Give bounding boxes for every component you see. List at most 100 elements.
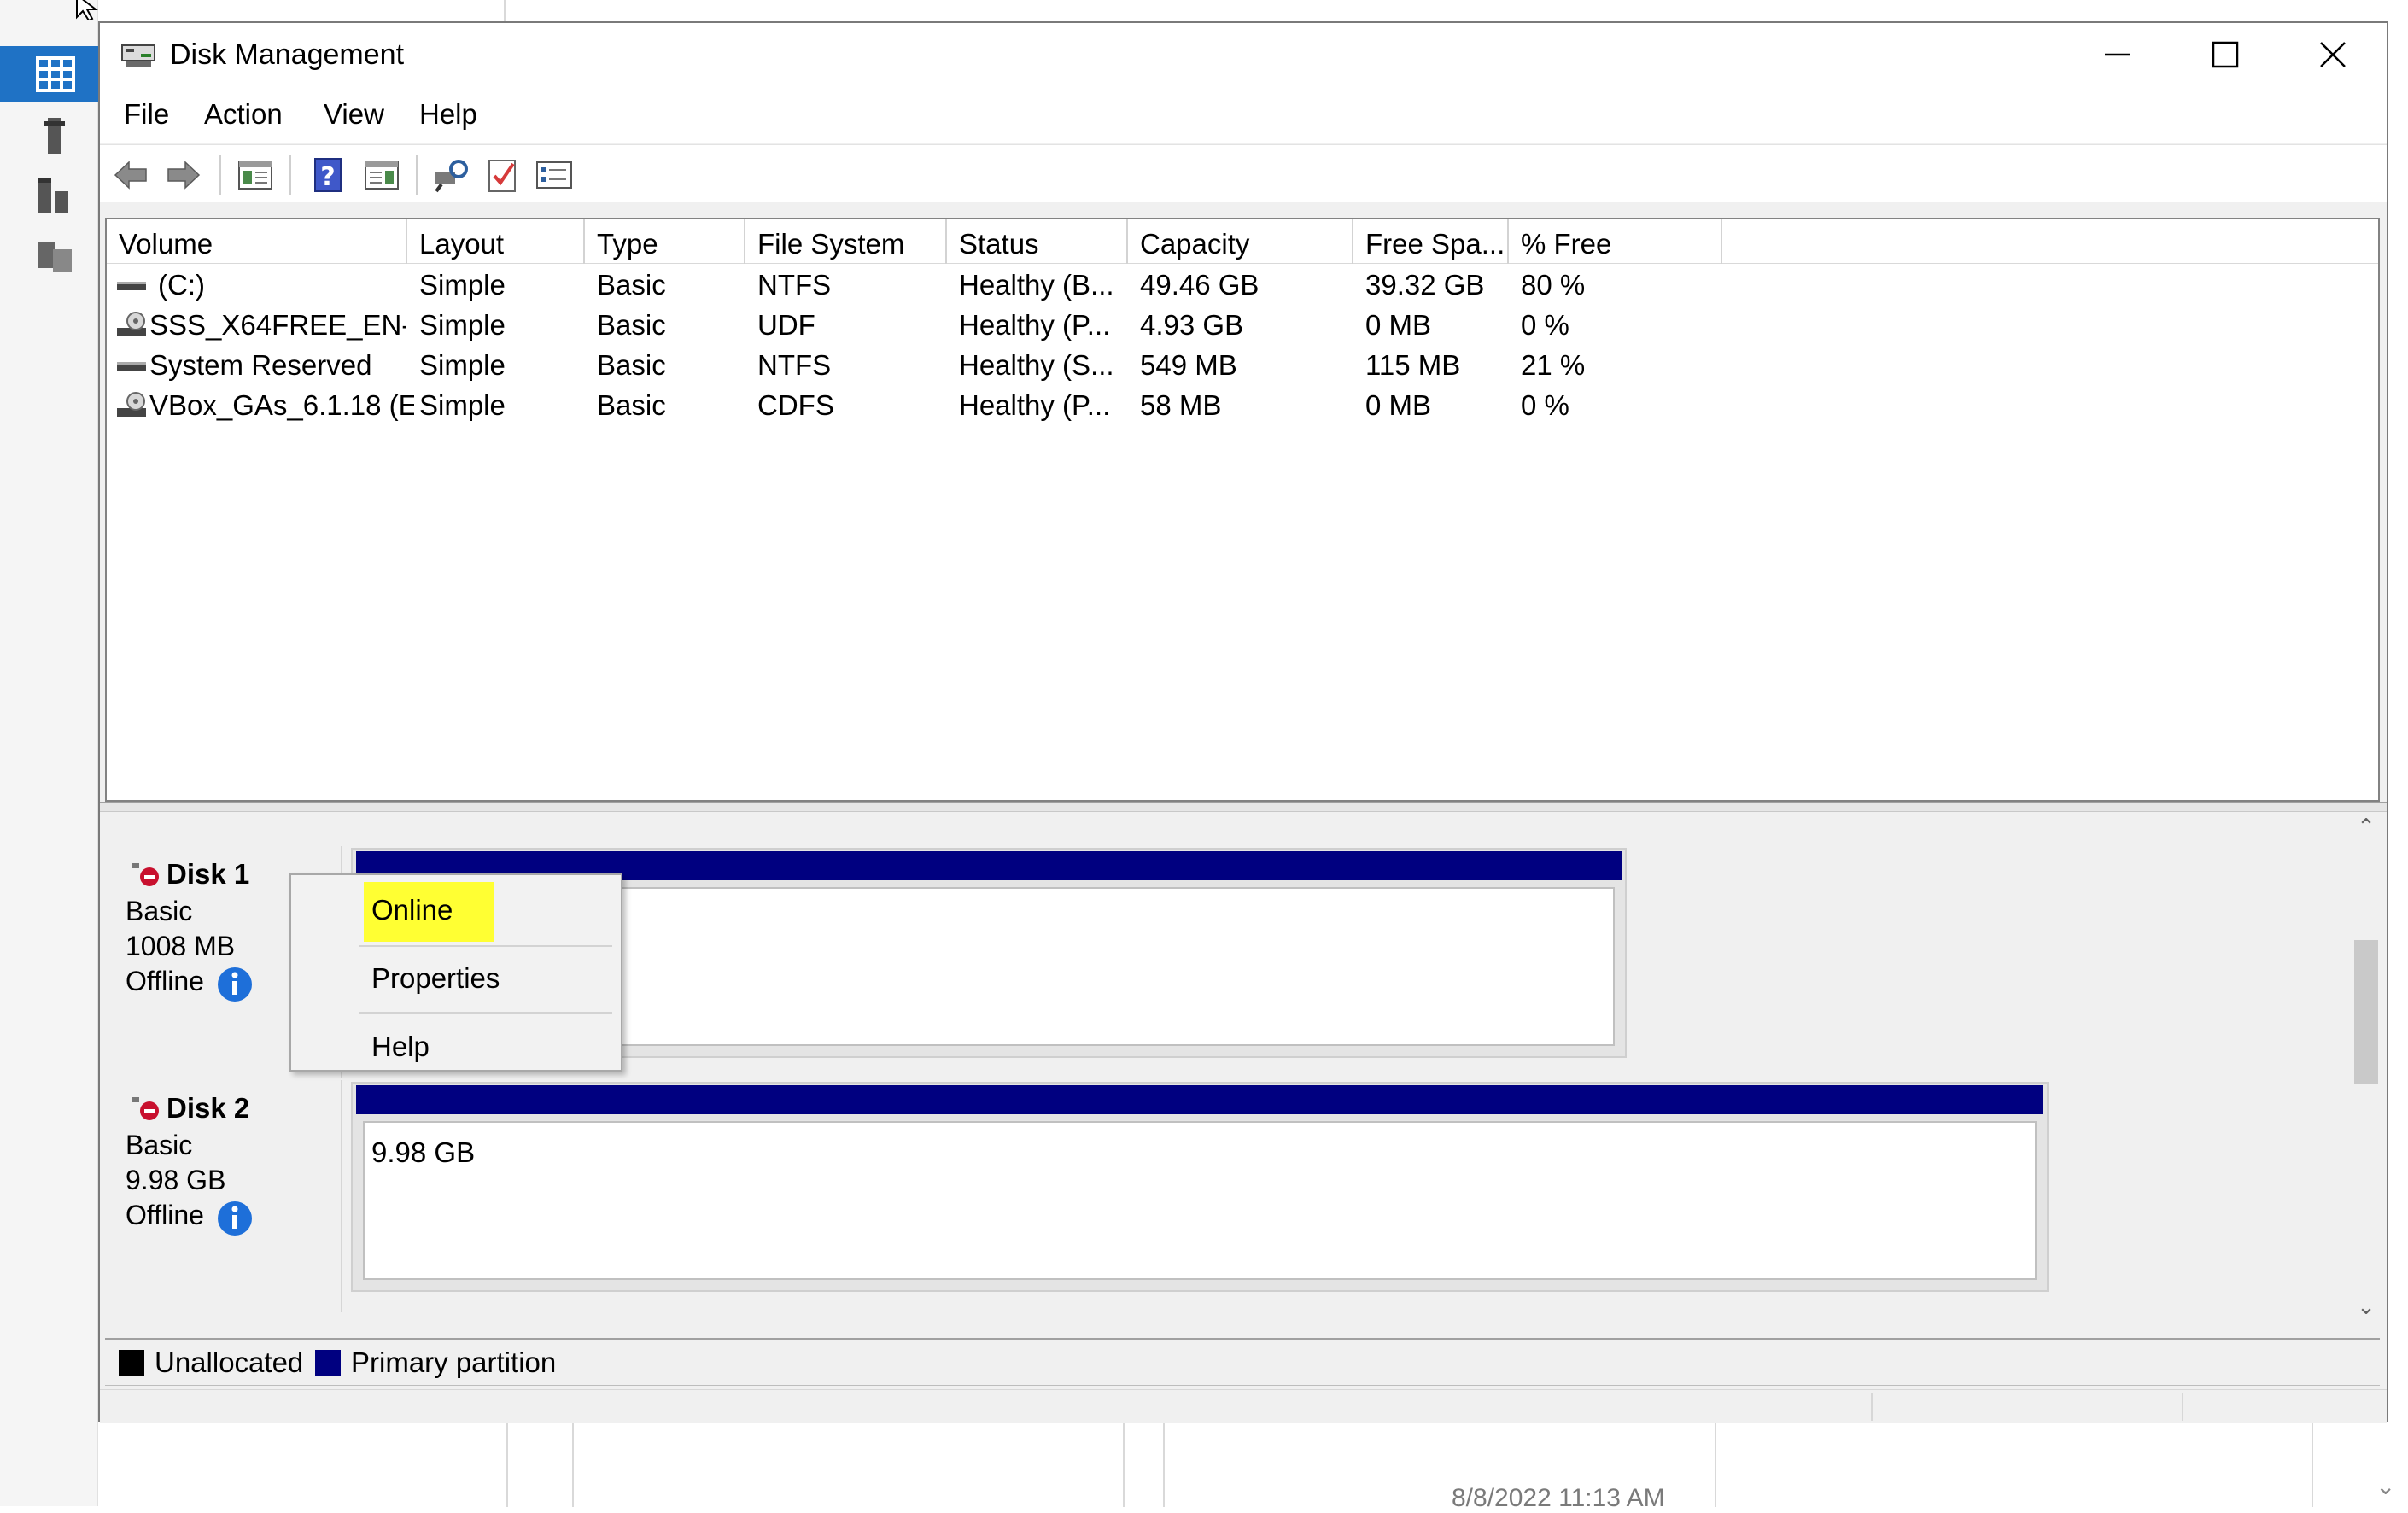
volume-name: System Reserved: [149, 349, 372, 381]
volume-name: VBox_GAs_6.1.18 (E:): [149, 389, 414, 421]
column-status[interactable]: Status: [947, 219, 1128, 264]
menu-item-online[interactable]: Online: [291, 882, 621, 942]
scroll-down-icon[interactable]: ⌄: [2352, 1294, 2380, 1321]
cd-drive-icon: [117, 312, 146, 336]
forward-icon[interactable]: [165, 157, 202, 193]
volume-layout: Simple: [419, 309, 506, 341]
volume-capacity: 58 MB: [1140, 389, 1222, 421]
volume-layout: Simple: [419, 389, 506, 421]
menu-item-label: Properties: [371, 962, 500, 994]
minimize-icon: [2105, 53, 2130, 56]
primary-partition-swatch: [315, 1350, 341, 1376]
local-server-icon[interactable]: [36, 116, 75, 155]
volume-fs: CDFS: [757, 389, 834, 421]
window-title: Disk Management: [170, 38, 405, 71]
volume-type: Basic: [597, 349, 666, 381]
background-divider: [504, 0, 506, 21]
settings-list-icon[interactable]: [535, 157, 573, 193]
cd-drive-icon: [117, 392, 146, 417]
server-manager-sidebar: [0, 0, 98, 1506]
volume-free: 39.32 GB: [1365, 269, 1485, 301]
volume-fs: NTFS: [757, 349, 832, 381]
legend-unallocated: Unallocated: [155, 1347, 304, 1378]
drive-icon: [117, 362, 146, 371]
volume-percent-free: 80 %: [1521, 269, 1586, 301]
dashboard-grid-icon: [36, 56, 75, 92]
disk-2-partition[interactable]: 9.98 GB: [351, 1082, 2049, 1292]
volume-status: Healthy (P...: [959, 309, 1111, 341]
menu-item-label: Online: [371, 894, 453, 926]
maximize-button[interactable]: [2171, 23, 2279, 86]
volume-layout: Simple: [419, 349, 506, 381]
background-chevron-icon[interactable]: ⌄: [2376, 1472, 2395, 1500]
pane-splitter[interactable]: [100, 802, 2387, 812]
volume-free: 0 MB: [1365, 309, 1432, 341]
maximize-icon: [2212, 41, 2239, 68]
back-icon[interactable]: [112, 157, 149, 193]
properties-icon[interactable]: [363, 157, 400, 193]
volume-row[interactable]: System Reserved Simple Basic NTFS Health…: [107, 346, 2378, 386]
column-layout[interactable]: Layout: [407, 219, 585, 264]
menu-help[interactable]: Help: [419, 98, 477, 131]
column-capacity[interactable]: Capacity: [1128, 219, 1353, 264]
volume-layout: Simple: [419, 269, 506, 301]
minimize-button[interactable]: [2064, 23, 2171, 86]
column-type[interactable]: Type: [585, 219, 745, 264]
menu-item-properties[interactable]: Properties: [291, 950, 621, 1010]
volume-fs: UDF: [757, 309, 815, 341]
disk-2-label[interactable]: Disk 2 Basic 9.98 GB Offline: [105, 1080, 342, 1312]
disk-kind: Basic: [126, 896, 193, 926]
volume-status: Healthy (P...: [959, 389, 1111, 421]
volume-free: 115 MB: [1365, 349, 1461, 381]
scroll-up-icon[interactable]: ⌃: [2352, 814, 2380, 841]
all-servers-icon[interactable]: [36, 176, 75, 215]
svg-text:?: ?: [320, 162, 335, 192]
column-percent-free[interactable]: % Free: [1509, 219, 1722, 264]
dashboard-nav-item[interactable]: [0, 46, 98, 102]
volume-status: Healthy (S...: [959, 349, 1114, 381]
info-icon[interactable]: [216, 1200, 254, 1237]
check-icon[interactable]: [484, 157, 522, 193]
rescan-icon[interactable]: [433, 157, 470, 193]
volume-free: 0 MB: [1365, 389, 1432, 421]
title-bar[interactable]: Disk Management: [100, 23, 2387, 86]
volume-row[interactable]: SSS_X64FREE_EN-... Simple Basic UDF Heal…: [107, 306, 2378, 346]
volume-type: Basic: [597, 269, 666, 301]
help-icon[interactable]: ?: [310, 157, 348, 193]
menu-bar: File Action View Help: [100, 86, 2387, 143]
unallocated-swatch: [119, 1350, 144, 1376]
disk-state: Offline: [126, 1200, 204, 1230]
volume-percent-free: 0 %: [1521, 389, 1569, 421]
toolbar: ?: [100, 144, 2387, 202]
disk-size: 9.98 GB: [126, 1165, 226, 1195]
volume-type: Basic: [597, 309, 666, 341]
menu-action[interactable]: Action: [204, 98, 283, 131]
disk-view-scrollbar[interactable]: ⌃ ⌄: [2349, 814, 2383, 1326]
partition-header-bar: [356, 1085, 2043, 1114]
volume-row[interactable]: (C:) Simple Basic NTFS Healthy (B... 49.…: [107, 266, 2378, 306]
volume-capacity: 549 MB: [1140, 349, 1237, 381]
scrollbar-thumb[interactable]: [2354, 940, 2378, 1084]
menu-file[interactable]: File: [124, 98, 169, 131]
console-tree-icon[interactable]: [237, 157, 274, 193]
disk-offline-icon: [132, 863, 159, 886]
column-file-system[interactable]: File System: [745, 219, 947, 264]
background-panel: [98, 1422, 2408, 1507]
close-button[interactable]: [2279, 23, 2387, 86]
info-icon[interactable]: [216, 966, 254, 1003]
column-volume[interactable]: Volume: [107, 219, 407, 264]
column-free-space[interactable]: Free Spa...: [1353, 219, 1509, 264]
disk-management-app-icon: [121, 44, 155, 67]
volume-status: Healthy (B...: [959, 269, 1114, 301]
volume-row[interactable]: VBox_GAs_6.1.18 (E:) Simple Basic CDFS H…: [107, 386, 2378, 426]
menu-item-help[interactable]: Help: [291, 1019, 621, 1078]
disk-offline-icon: [132, 1097, 159, 1120]
file-services-icon[interactable]: [36, 236, 75, 275]
disk-name: Disk 1: [167, 858, 250, 890]
partition-size: 9.98 GB: [371, 1136, 476, 1168]
volume-list-header: Volume Layout Type File System Status Ca…: [107, 219, 2378, 264]
volume-list[interactable]: Volume Layout Type File System Status Ca…: [105, 218, 2380, 802]
legend-primary-partition: Primary partition: [351, 1347, 557, 1378]
disk-name: Disk 2: [167, 1092, 250, 1124]
menu-view[interactable]: View: [324, 98, 384, 131]
